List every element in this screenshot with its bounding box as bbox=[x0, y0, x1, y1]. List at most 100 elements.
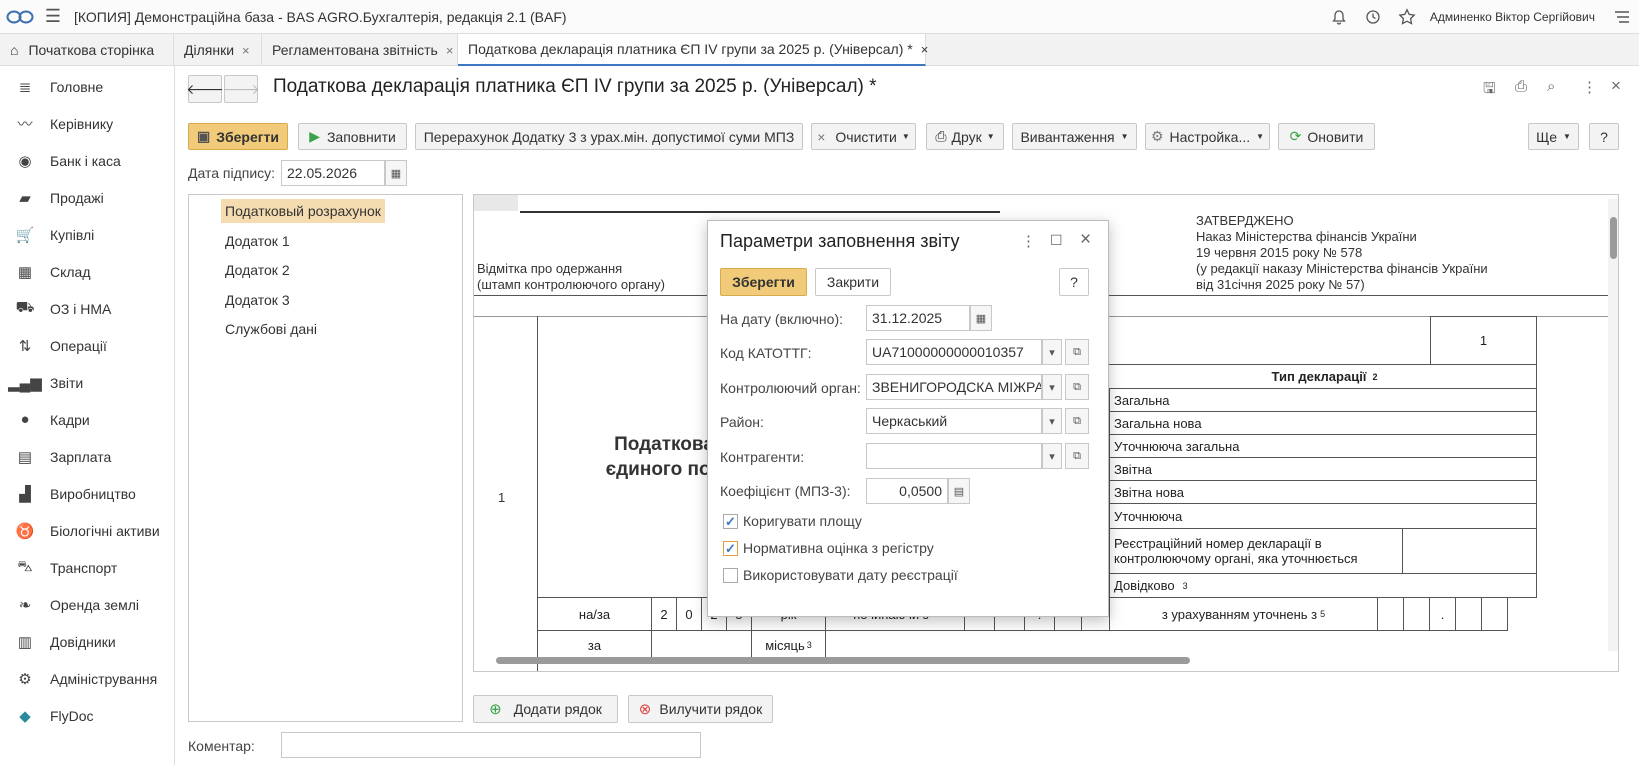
sidebar-item-sales[interactable]: ▰ Продажі bbox=[0, 179, 174, 216]
chevron-down-icon[interactable]: ▾ bbox=[1042, 374, 1062, 400]
digit-cell[interactable]: . bbox=[1429, 597, 1456, 631]
open-icon[interactable]: ⧉ bbox=[1065, 443, 1089, 469]
reg-number-field[interactable] bbox=[1402, 528, 1537, 574]
user-name[interactable]: Админенко Віктор Сергійович bbox=[1430, 10, 1595, 24]
history-icon[interactable] bbox=[1356, 0, 1390, 34]
use-registration-date-checkbox[interactable] bbox=[723, 568, 738, 583]
print-button[interactable]: ⎙ Друк ▼ bbox=[926, 123, 1004, 150]
export-button[interactable]: Вивантаження ▼ bbox=[1012, 123, 1137, 150]
tree-item-service-data[interactable]: Службові дані bbox=[221, 317, 321, 341]
cell-number[interactable]: 1 bbox=[1430, 316, 1537, 365]
chevron-down-icon[interactable]: ▾ bbox=[1042, 339, 1062, 365]
close-icon[interactable]: × bbox=[921, 42, 929, 57]
tab-regulated-reporting[interactable]: Регламентована звітність × bbox=[262, 34, 458, 66]
settings-button[interactable]: ⚙ Настройка... ▼ bbox=[1145, 123, 1270, 150]
sidebar-item-admin[interactable]: ⚙ Адміністрування bbox=[0, 660, 174, 697]
notifications-bell-icon[interactable] bbox=[1322, 0, 1356, 34]
dialog-save-button[interactable]: Зберегти bbox=[720, 268, 807, 296]
sidebar-item-transport[interactable]: ⛍ Транспорт bbox=[0, 549, 174, 586]
refresh-button[interactable]: ⟳ Оновити bbox=[1278, 123, 1375, 150]
play-icon: ▶ bbox=[309, 128, 320, 144]
close-icon[interactable]: × bbox=[1080, 229, 1091, 251]
sidebar-item-bank[interactable]: ◉ Банк і каса bbox=[0, 142, 174, 179]
calendar-icon[interactable]: ▦ bbox=[385, 160, 407, 186]
district-field[interactable]: Черкаський bbox=[866, 408, 1042, 434]
close-icon[interactable]: × bbox=[446, 43, 454, 58]
more-vert-icon[interactable]: ⋮ bbox=[1582, 78, 1597, 96]
add-row-button[interactable]: ⊕ Додати рядок bbox=[473, 695, 618, 723]
tree-item-appendix-3[interactable]: Додаток 3 bbox=[221, 288, 294, 312]
tree-item-appendix-1[interactable]: Додаток 1 bbox=[221, 229, 294, 253]
sidebar-item-salary[interactable]: ▤ Зарплата bbox=[0, 438, 174, 475]
calendar-icon[interactable]: ▦ bbox=[970, 305, 992, 331]
normative-assessment-checkbox[interactable]: ✓ bbox=[723, 541, 738, 556]
dialog-close-button[interactable]: Закрити bbox=[815, 268, 891, 296]
print-icon[interactable]: ⎙ bbox=[1515, 78, 1527, 95]
sign-date-field[interactable]: 22.05.2026 bbox=[281, 160, 385, 186]
katottg-field[interactable]: UA71000000000010357 bbox=[866, 339, 1042, 365]
recalc-appendix3-button[interactable]: Перерахунок Додатку 3 з урах.мін. допуст… bbox=[415, 123, 803, 150]
chevron-down-icon[interactable]: ▾ bbox=[1042, 408, 1062, 434]
more-button[interactable]: Ще ▼ bbox=[1528, 123, 1579, 150]
maximize-icon[interactable]: ☐ bbox=[1050, 232, 1063, 249]
adjust-area-checkbox[interactable]: ✓ bbox=[723, 514, 738, 529]
coefficient-field[interactable]: 0,0500 bbox=[866, 478, 948, 504]
sidebar-item-reports[interactable]: ▂▄▆ Звіти bbox=[0, 364, 174, 401]
open-icon[interactable]: ⧉ bbox=[1065, 408, 1089, 434]
preview-icon[interactable]: ⌕ bbox=[1547, 78, 1555, 95]
sidebar-item-catalogs[interactable]: ▥ Довідники bbox=[0, 623, 174, 660]
sidebar-item-bio-assets[interactable]: ♉ Біологічні активи bbox=[0, 512, 174, 549]
year-digit[interactable]: 2 bbox=[651, 597, 677, 631]
year-digit[interactable]: 0 bbox=[676, 597, 702, 631]
tab-plots[interactable]: Ділянки × bbox=[174, 34, 262, 66]
remove-row-button[interactable]: ⊗ Вилучити рядок bbox=[628, 695, 773, 723]
tab-tax-declaration[interactable]: Податкова декларація платника ЄП IV груп… bbox=[458, 34, 929, 66]
more-vert-icon[interactable]: ⋮ bbox=[1021, 232, 1036, 250]
sidebar-item-land-lease[interactable]: ❧ Оренда землі bbox=[0, 586, 174, 623]
digit-cell[interactable] bbox=[1481, 597, 1508, 631]
sidebar-item-purchases[interactable]: 🛒 Купівлі bbox=[0, 216, 174, 253]
sidebar-item-production[interactable]: ▟ Виробництво bbox=[0, 475, 174, 512]
forward-button[interactable]: 🡒 bbox=[222, 75, 260, 103]
calculator-icon[interactable]: ▤ bbox=[948, 478, 970, 504]
comment-field[interactable] bbox=[281, 732, 701, 758]
settings-gear-icon: ⚙ bbox=[1150, 128, 1164, 144]
fill-button[interactable]: ▶ Заповнити bbox=[298, 123, 407, 150]
save-to-disk-icon[interactable]: 🖫 bbox=[1483, 78, 1496, 103]
sidebar-item-fixed-assets[interactable]: ⛟ ОЗ і НМА bbox=[0, 290, 174, 327]
vertical-scrollbar-thumb[interactable] bbox=[1610, 217, 1617, 259]
sidebar-item-operations[interactable]: ⇅ Операції bbox=[0, 327, 174, 364]
settings-menu-icon[interactable] bbox=[1605, 0, 1639, 34]
close-form-icon[interactable]: × bbox=[1611, 76, 1621, 96]
chevron-down-icon[interactable]: ▾ bbox=[1042, 443, 1062, 469]
contractors-field[interactable] bbox=[866, 443, 1042, 469]
date-field[interactable]: 31.12.2025 bbox=[866, 305, 970, 331]
digit-cell[interactable] bbox=[1377, 597, 1404, 631]
save-button[interactable]: ▣ Зберегти bbox=[188, 123, 288, 150]
vertical-scrollbar[interactable] bbox=[1608, 199, 1618, 651]
app-logo-icon[interactable] bbox=[0, 0, 40, 34]
open-icon[interactable]: ⧉ bbox=[1065, 374, 1089, 400]
authority-field[interactable]: ЗВЕНИГОРОДСКА МІЖРАЙ bbox=[866, 374, 1042, 400]
tree-item-tax-calculation[interactable]: Податковый розрахунок bbox=[221, 199, 385, 223]
type-clarifying-general: Уточнююча загальна bbox=[1109, 434, 1537, 458]
digit-cell[interactable] bbox=[1403, 597, 1430, 631]
clear-button[interactable]: × Очистити ▼ bbox=[811, 123, 916, 150]
open-icon[interactable]: ⧉ bbox=[1065, 339, 1089, 365]
tab-home[interactable]: ⌂ Початкова сторінка bbox=[0, 34, 174, 66]
digit-cell[interactable] bbox=[1455, 597, 1482, 631]
close-icon[interactable]: × bbox=[242, 43, 250, 58]
back-button[interactable]: 🡐 bbox=[186, 75, 224, 103]
main-menu-icon[interactable]: ☰ bbox=[40, 0, 66, 34]
sidebar-item-manager[interactable]: 〰 Керівнику bbox=[0, 105, 174, 142]
sidebar-item-flydoc[interactable]: ◆ FlyDoc bbox=[0, 697, 174, 734]
dialog-help-button[interactable]: ? bbox=[1059, 268, 1089, 296]
favorites-star-icon[interactable] bbox=[1390, 0, 1424, 34]
month-cell[interactable] bbox=[651, 630, 752, 660]
tree-item-appendix-2[interactable]: Додаток 2 bbox=[221, 258, 294, 282]
sidebar-item-warehouse[interactable]: ▦ Склад bbox=[0, 253, 174, 290]
horizontal-scrollbar-thumb[interactable] bbox=[496, 657, 1190, 664]
help-button[interactable]: ? bbox=[1589, 123, 1619, 150]
sidebar-item-main[interactable]: ≣ Головне bbox=[0, 68, 174, 105]
sidebar-item-hr[interactable]: ● Кадри bbox=[0, 401, 174, 438]
